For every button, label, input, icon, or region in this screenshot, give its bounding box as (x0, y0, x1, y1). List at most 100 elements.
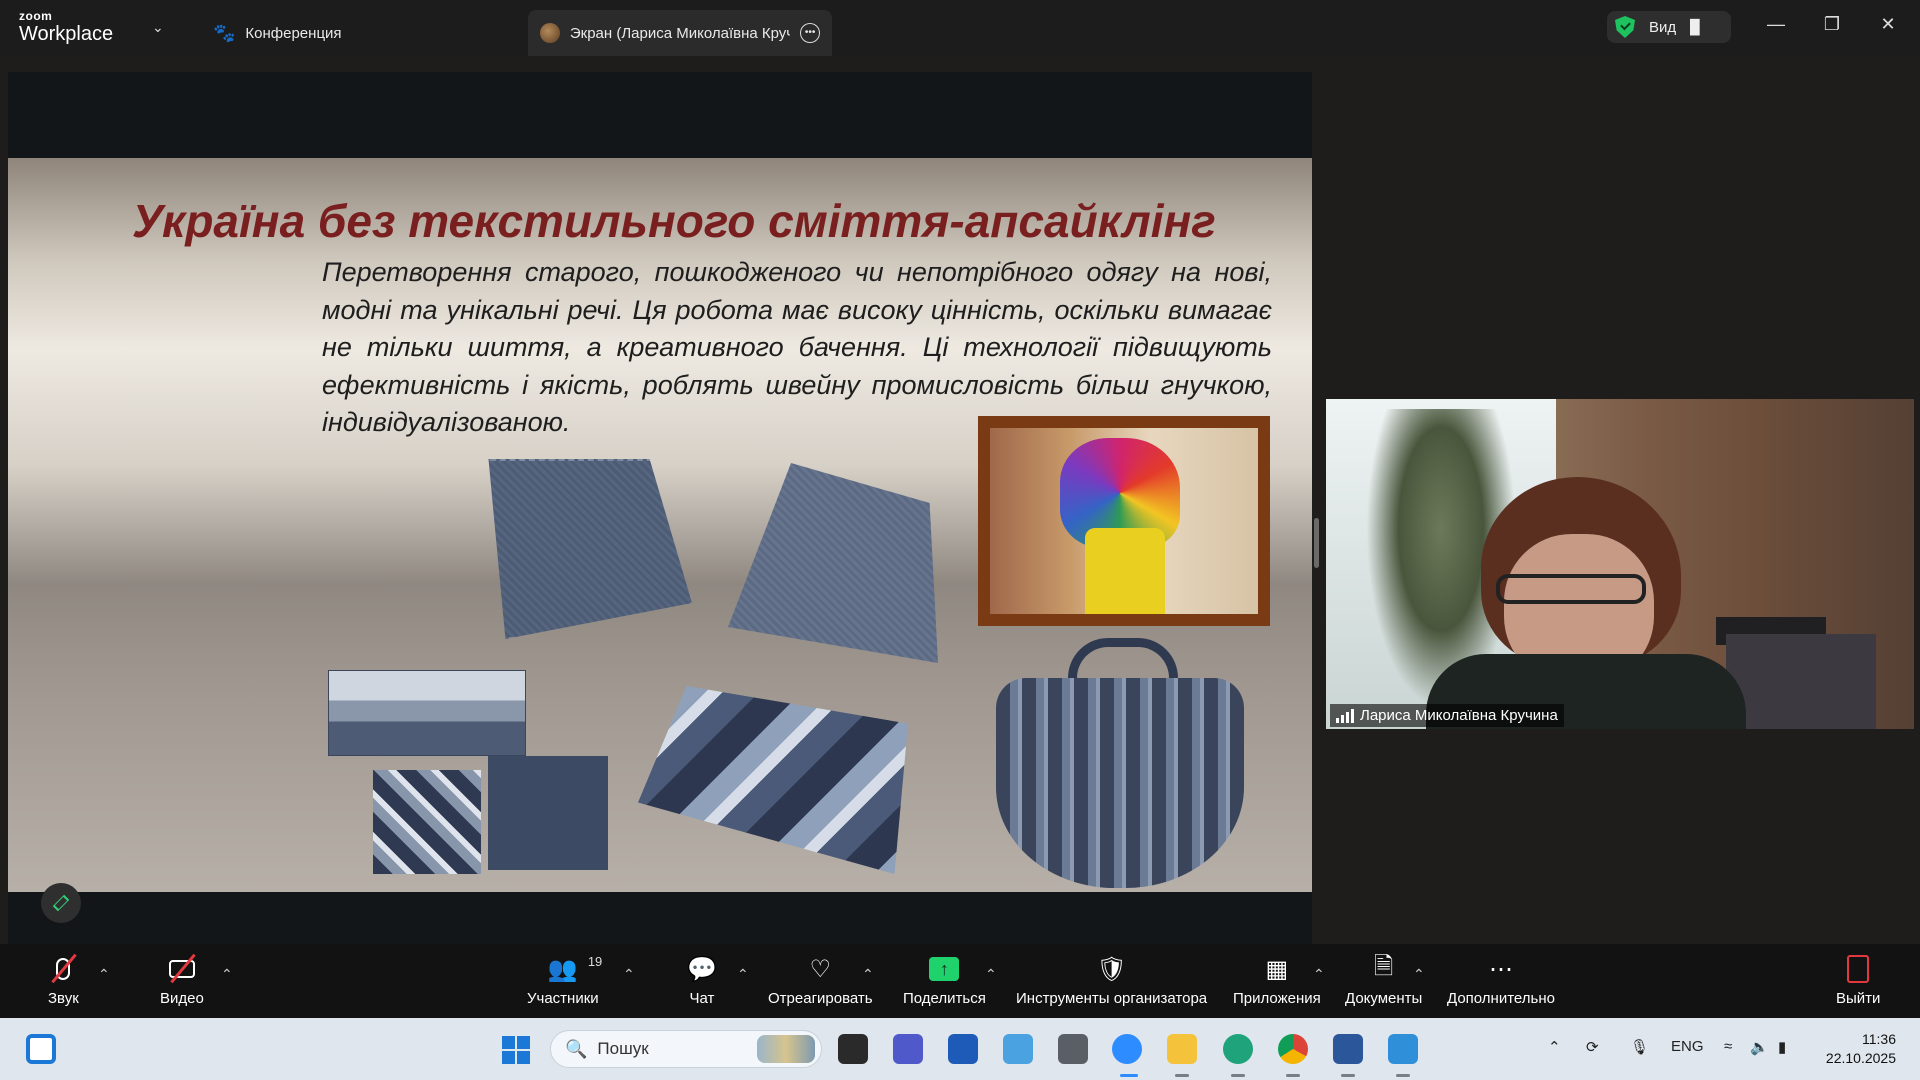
audio-button[interactable]: Звук (48, 954, 79, 1007)
start-icon[interactable] (502, 1036, 530, 1064)
view-button[interactable]: Вид ▉ (1607, 11, 1731, 43)
store-icon[interactable] (948, 1034, 978, 1064)
widgets-icon[interactable] (26, 1034, 56, 1064)
battery-icon[interactable]: ▮ (1778, 1038, 1786, 1056)
denim-skirt-back-image (488, 459, 692, 639)
control-panel-icon[interactable] (1003, 1034, 1033, 1064)
restore-icon[interactable]: ❐ (1817, 14, 1847, 35)
clock-time: 11:36 (1862, 1031, 1896, 1047)
docs-button[interactable]: 🗎 Документы (1345, 952, 1423, 1008)
chat-button[interactable]: 💬 Чат (687, 954, 717, 1008)
denim-pillow-image (638, 686, 908, 874)
react-button[interactable]: ♡ Отреагировать (768, 954, 873, 1008)
share-caret-icon[interactable]: ⌃ (985, 966, 997, 983)
tab-screen-share[interactable]: Экран (Лариса Миколаївна Кручина) ••• (528, 10, 832, 56)
brand-small: zoom (19, 9, 53, 23)
word-icon[interactable] (1333, 1034, 1363, 1064)
view-label: Вид (1649, 18, 1677, 36)
video-caret-icon[interactable]: ⌃ (221, 966, 233, 983)
share-screen-icon: ↑ (929, 954, 960, 984)
input-language[interactable]: ENG (1671, 1038, 1704, 1055)
view-layout-icon: ▉ (1690, 18, 1701, 35)
calculator-icon[interactable] (1058, 1034, 1088, 1064)
react-caret-icon[interactable]: ⌃ (862, 966, 874, 983)
search-icon: 🔍 (565, 1038, 588, 1059)
chrome-running-indicator (1286, 1074, 1300, 1077)
participant-video[interactable]: Лариса Миколаївна Кручина (1326, 399, 1914, 729)
share-button[interactable]: ↑ Поделиться (903, 954, 986, 1007)
close-icon[interactable]: ✕ (1873, 14, 1903, 35)
docs-caret-icon[interactable]: ⌃ (1413, 966, 1425, 983)
audio-label: Звук (48, 990, 79, 1007)
video-button[interactable]: Видео (160, 954, 204, 1007)
leave-icon (1843, 954, 1873, 984)
participants-label: Участники (527, 990, 599, 1007)
host-tools-button[interactable]: 🛡 Инструменты организатора (1016, 954, 1208, 1008)
word-running-indicator (1341, 1074, 1355, 1077)
meeting-stage: Україна без текстильного сміття-апсайклі… (0, 56, 1920, 944)
tray-overflow-icon[interactable]: ⌃ (1548, 1038, 1561, 1056)
denim-bag-image (996, 678, 1244, 888)
leave-button[interactable]: Выйти (1836, 954, 1880, 1007)
chat-caret-icon[interactable]: ⌃ (737, 966, 749, 983)
slide-body: Перетворення старого, пошкодженого чи не… (322, 257, 1272, 437)
shared-screen: Україна без текстильного сміття-апсайклі… (8, 72, 1312, 944)
apps-label: Приложения (1233, 990, 1321, 1007)
participants-button[interactable]: 👥 19 Участники (527, 954, 602, 1007)
participants-caret-icon[interactable]: ⌃ (623, 966, 635, 983)
tab-meeting-label: Конференция (245, 24, 342, 42)
participant-glasses (1496, 574, 1646, 604)
microphone-tray-icon[interactable]: 🎙 (1630, 1038, 1649, 1056)
system-clock[interactable]: 11:36 22.10.2025 (1820, 1030, 1896, 1068)
apps-icon: ▦ (1265, 955, 1289, 983)
apps-button[interactable]: ▦ Приложения (1233, 954, 1321, 1008)
annotate-button[interactable] (41, 883, 81, 923)
more-icon: ⋯ (1488, 955, 1513, 983)
photos-icon[interactable] (1388, 1034, 1418, 1064)
teams-icon[interactable] (893, 1034, 923, 1064)
share-label: Поделиться (903, 990, 986, 1007)
taskbar-search[interactable]: 🔍 Пошук (550, 1030, 822, 1068)
avatar (540, 23, 560, 43)
denim-patchwork-square-image (373, 770, 481, 874)
panel-resize-handle[interactable] (1314, 518, 1319, 568)
zoom-icon[interactable] (1112, 1034, 1142, 1064)
volume-icon[interactable]: 🔈 (1750, 1038, 1769, 1056)
chat-icon: 💬 (687, 955, 717, 983)
signal-strength-icon (1336, 708, 1354, 723)
heart-icon: ♡ (809, 955, 832, 983)
denim-skirt-front-image (728, 463, 938, 663)
zoom-workplace-logo[interactable]: zoom Workplace (19, 9, 113, 46)
tab-screen-label: Экран (Лариса Миколаївна Кручина) (569, 24, 790, 42)
audio-caret-icon[interactable]: ⌃ (98, 966, 110, 983)
sync-icon[interactable]: ⟳ (1586, 1038, 1599, 1056)
explorer-running-indicator (1175, 1074, 1189, 1077)
person-dress (1085, 528, 1165, 614)
docs-label: Документы (1345, 990, 1423, 1007)
photos-running-indicator (1396, 1074, 1410, 1077)
edge-icon[interactable] (1223, 1034, 1253, 1064)
wifi-icon[interactable]: ≈ (1724, 1038, 1732, 1055)
microphone-muted-icon (48, 954, 78, 984)
title-bar: zoom Workplace ⌄ 🐾 Конференция Экран (Ла… (0, 0, 1920, 56)
paw-icon: 🐾 (213, 22, 236, 43)
more-options-icon[interactable]: ••• (800, 23, 820, 43)
chrome-icon[interactable] (1278, 1034, 1308, 1064)
more-button[interactable]: ⋯ Дополнительно (1447, 954, 1555, 1008)
tab-meeting[interactable]: 🐾 Конференция (213, 10, 342, 56)
camera-off-icon (167, 954, 197, 984)
host-tools-label: Инструменты организатора (1016, 990, 1208, 1007)
participant-name: Лариса Миколаївна Кручина (1360, 707, 1558, 724)
chat-label: Чат (689, 990, 715, 1007)
apps-caret-icon[interactable]: ⌃ (1313, 966, 1325, 983)
file-explorer-icon[interactable] (1167, 1034, 1197, 1064)
denim-panel-image (488, 756, 608, 870)
pencil-icon (52, 894, 70, 912)
chevron-down-icon[interactable]: ⌄ (152, 19, 164, 36)
document-icon: 🗎 (1374, 952, 1394, 980)
task-view-icon[interactable] (838, 1034, 868, 1064)
denim-patchwork-strip-image (328, 670, 526, 756)
slide-title: Україна без текстильного сміття-апсайклі… (132, 195, 1216, 247)
security-shield-icon (1615, 16, 1635, 38)
minimize-icon[interactable]: — (1761, 14, 1791, 35)
